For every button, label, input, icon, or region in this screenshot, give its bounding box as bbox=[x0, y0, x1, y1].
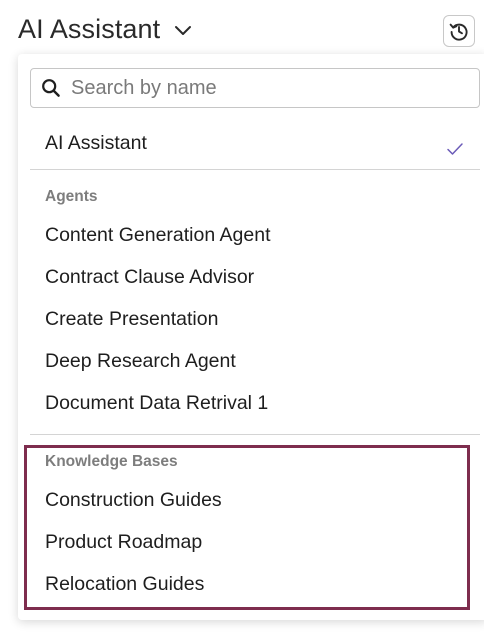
search-input[interactable] bbox=[69, 75, 473, 101]
menu-item-selected[interactable]: AI Assistant bbox=[45, 131, 147, 155]
menu-item-agent[interactable]: Deep Research Agent bbox=[45, 349, 236, 373]
menu-item-agent[interactable]: Create Presentation bbox=[45, 307, 218, 331]
assistant-selector[interactable]: AI Assistant bbox=[18, 14, 194, 45]
divider bbox=[30, 434, 480, 435]
section-heading-knowledge-bases: Knowledge Bases bbox=[45, 453, 178, 470]
search-field[interactable] bbox=[30, 68, 480, 108]
menu-item-knowledge-base[interactable]: Product Roadmap bbox=[45, 530, 202, 554]
checkmark-icon bbox=[447, 143, 463, 155]
menu-item-knowledge-base[interactable]: Relocation Guides bbox=[45, 572, 204, 596]
assistant-dropdown-menu: AI Assistant Agents Content Generation A… bbox=[18, 54, 484, 620]
section-heading-agents: Agents bbox=[45, 188, 98, 205]
divider bbox=[30, 169, 480, 170]
menu-item-knowledge-base[interactable]: Construction Guides bbox=[45, 488, 222, 512]
search-icon bbox=[42, 79, 60, 97]
page-title: AI Assistant bbox=[18, 14, 161, 44]
menu-item-agent[interactable]: Content Generation Agent bbox=[45, 223, 271, 247]
history-button[interactable] bbox=[443, 15, 475, 47]
menu-item-agent[interactable]: Contract Clause Advisor bbox=[45, 265, 254, 289]
menu-item-agent[interactable]: Document Data Retrival 1 bbox=[45, 391, 268, 415]
header-bar: AI Assistant bbox=[0, 0, 484, 62]
history-icon bbox=[449, 23, 468, 41]
chevron-down-icon bbox=[175, 25, 192, 35]
